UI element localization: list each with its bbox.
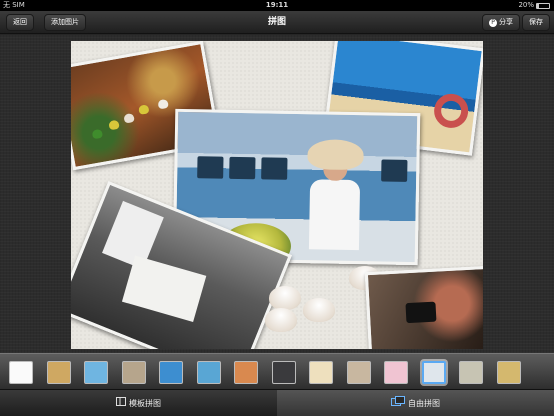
photo-photographer[interactable] [364,265,483,349]
collage-workspace [0,35,554,353]
background-swatch-sand[interactable] [46,361,71,384]
battery-percent: 20% [518,1,534,9]
template-grid-icon [116,390,126,416]
background-swatch-floral[interactable] [346,361,371,384]
clock: 19:11 [265,1,289,9]
background-swatch-white[interactable] [9,361,33,384]
background-swatch-cream[interactable] [309,361,333,384]
background-picker [0,353,554,389]
background-swatch-beach[interactable] [196,361,221,384]
battery-icon [536,2,550,9]
tab-bar: 模板拼图 自由拼图 [0,389,554,416]
app-screen: 无 SIM 19:11 20% 返回 添加图片 拼图 P 分享 保存 模板拼图 … [0,0,554,416]
background-swatch-stripes[interactable] [234,361,258,384]
save-button[interactable]: 保存 [522,14,550,31]
page-title: 拼图 [267,17,286,27]
background-swatch-starfish[interactable] [421,361,446,384]
status-bar: 无 SIM 19:11 20% [0,0,554,11]
background-swatch-dark[interactable] [271,361,296,384]
tab-template-collage[interactable]: 模板拼图 [0,390,277,416]
share-button[interactable]: P 分享 [482,14,520,31]
tab-free-collage[interactable]: 自由拼图 [277,390,554,416]
free-collage-icon [391,390,405,416]
background-swatch-ocean[interactable] [159,361,183,384]
collage-canvas[interactable] [71,41,483,349]
background-swatch-sky[interactable] [84,361,108,384]
background-swatch-pink[interactable] [384,361,408,384]
share-icon: P [489,18,497,27]
nav-bar: 返回 添加图片 拼图 P 分享 保存 [0,11,554,34]
background-swatch-dunes[interactable] [496,361,521,384]
background-swatch-wood[interactable] [459,361,483,384]
background-swatch-stone[interactable] [121,361,146,384]
